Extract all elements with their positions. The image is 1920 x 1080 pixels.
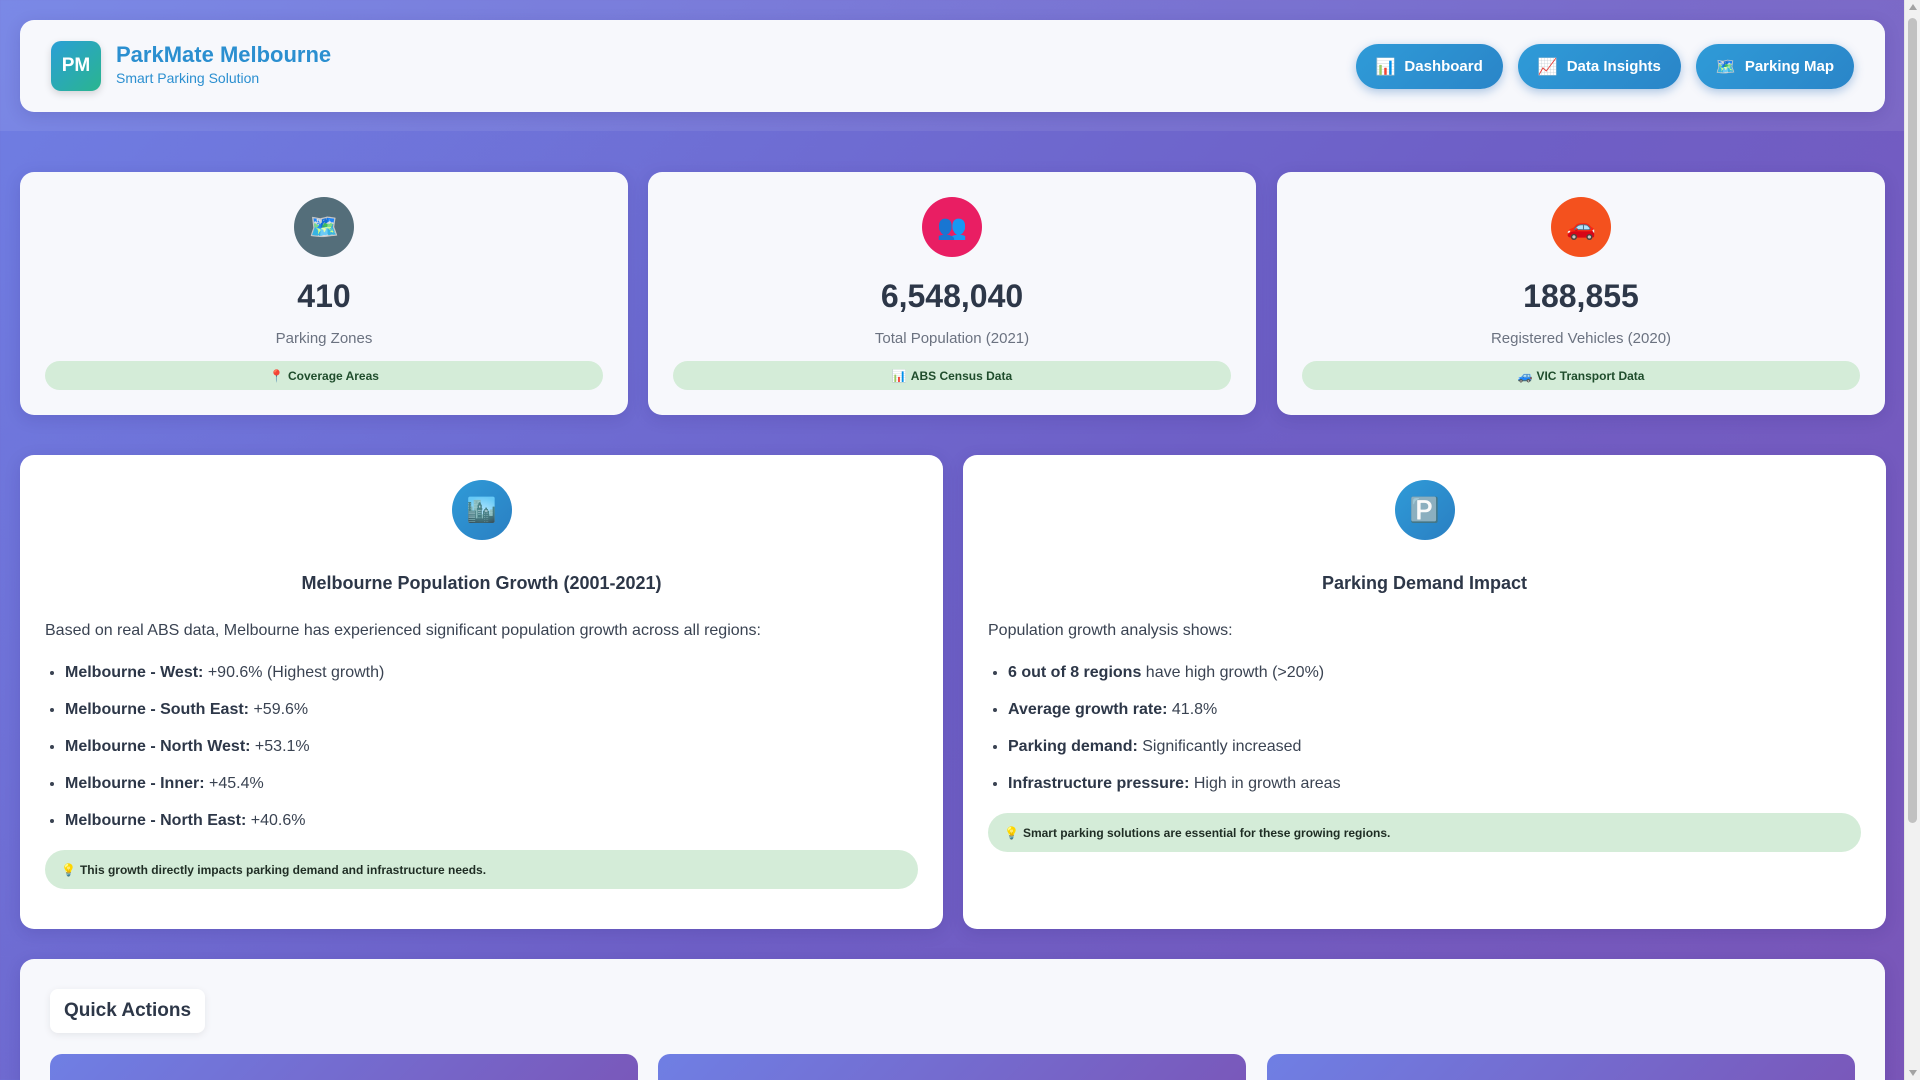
trend-chart-icon: 📈 (1537, 58, 1558, 76)
dashboard-button[interactable]: 📊 Dashboard (1355, 44, 1503, 89)
main-nav: 📊 Dashboard 📈 Data Insights 🗺️ Parking M… (1355, 44, 1854, 89)
section-title: Quick Actions (50, 989, 206, 1033)
scroll-thumb[interactable] (1908, 18, 1917, 823)
list-item: Melbourne - South East: +59.6% (65, 700, 918, 737)
map-icon: 🗺️ (294, 197, 354, 257)
quick-action-card[interactable] (1267, 1054, 1855, 1080)
brand-title[interactable]: ParkMate Melbourne (116, 42, 331, 68)
people-icon: 👥 (922, 197, 982, 257)
stat-value: 410 (297, 278, 351, 314)
card-intro: Based on real ABS data, Melbourne has ex… (45, 622, 761, 639)
suv-icon: 🚙 (1517, 368, 1533, 383)
bar-chart-icon: 📊 (1375, 58, 1396, 76)
parking-icon: 🅿️ (1394, 480, 1455, 540)
list-item: Melbourne - North West: +53.1% (65, 737, 918, 774)
stat-value: 6,548,040 (880, 278, 1024, 314)
scroll-down-icon[interactable] (1909, 1070, 1917, 1076)
lightbulb-icon: 💡 (1004, 825, 1019, 840)
insight-note: 💡 Smart parking solutions are essential … (988, 813, 1861, 852)
badge-label: ABS Census Data (910, 368, 1013, 383)
insight-note: 💡 This growth directly impacts parking d… (45, 850, 918, 889)
status-badge: 🚙 VIC Transport Data (1302, 361, 1860, 390)
note-text: Smart parking solutions are essential fo… (1022, 825, 1391, 840)
list-item: Melbourne - West: +90.6% (Highest growth… (65, 663, 918, 700)
quick-actions-section: Quick Actions (20, 959, 1885, 1080)
status-badge: 📊 ABS Census Data (673, 361, 1231, 390)
note-text: This growth directly impacts parking dem… (79, 862, 487, 877)
stat-card-parking-zones: 🗺️ 410 Parking Zones 📍 Coverage Areas (20, 172, 628, 415)
app-header: PM ParkMate Melbourne Smart Parking Solu… (20, 20, 1885, 112)
status-badge: 📍 Coverage Areas (45, 361, 603, 390)
quick-action-card[interactable] (658, 1054, 1246, 1080)
logo[interactable]: PM (51, 41, 101, 91)
badge-label: VIC Transport Data (1536, 368, 1645, 383)
stat-value: 188,855 (1523, 278, 1639, 314)
brand-subtitle: Smart Parking Solution (116, 70, 260, 86)
list-item: Average growth rate: 41.8% (1008, 700, 1861, 737)
card-intro: Population growth analysis shows: (988, 622, 1233, 639)
car-icon: 🚗 (1551, 197, 1611, 257)
page: PM ParkMate Melbourne Smart Parking Solu… (0, 0, 1904, 1080)
list-item: Melbourne - North East: +40.6% (65, 811, 918, 848)
list-item: 6 out of 8 regions have high growth (>20… (1008, 663, 1861, 700)
data-insights-button[interactable]: 📈 Data Insights (1517, 44, 1681, 89)
list-item: Melbourne - Inner: +45.4% (65, 774, 918, 811)
parking-map-button-label: Parking Map (1744, 58, 1834, 75)
growth-list: Melbourne - West: +90.6% (Highest growth… (45, 663, 918, 848)
badge-label: Coverage Areas (288, 368, 379, 383)
card-title: Melbourne Population Growth (2001-2021) (301, 573, 662, 593)
stat-label: Parking Zones (275, 330, 373, 347)
stat-label: Registered Vehicles (2020) (1490, 330, 1672, 347)
stat-card-population: 👥 6,548,040 Total Population (2021) 📊 AB… (648, 172, 1256, 415)
map-icon: 🗺️ (1715, 58, 1736, 76)
data-insights-button-label: Data Insights (1566, 58, 1661, 75)
card-title: Parking Demand Impact (1321, 573, 1528, 593)
parking-map-button[interactable]: 🗺️ Parking Map (1695, 44, 1854, 89)
bar-chart-icon: 📊 (891, 368, 907, 383)
lightbulb-icon: 💡 (61, 862, 76, 877)
dashboard-button-label: Dashboard (1404, 58, 1483, 75)
vertical-scrollbar[interactable] (1904, 0, 1920, 1080)
scroll-up-icon[interactable] (1909, 4, 1917, 10)
stat-label: Total Population (2021) (874, 330, 1030, 347)
population-growth-card: 🏙️ Melbourne Population Growth (2001-202… (20, 455, 943, 929)
stat-card-vehicles: 🚗 188,855 Registered Vehicles (2020) 🚙 V… (1277, 172, 1885, 415)
list-item: Parking demand: Significantly increased (1008, 737, 1861, 774)
demand-list: 6 out of 8 regions have high growth (>20… (988, 663, 1861, 811)
pin-icon: 📍 (269, 368, 284, 383)
parking-demand-card: 🅿️ Parking Demand Impact Population grow… (963, 455, 1886, 929)
list-item: Infrastructure pressure: High in growth … (1008, 774, 1861, 811)
city-icon: 🏙️ (451, 480, 512, 540)
quick-action-card[interactable] (50, 1054, 638, 1080)
